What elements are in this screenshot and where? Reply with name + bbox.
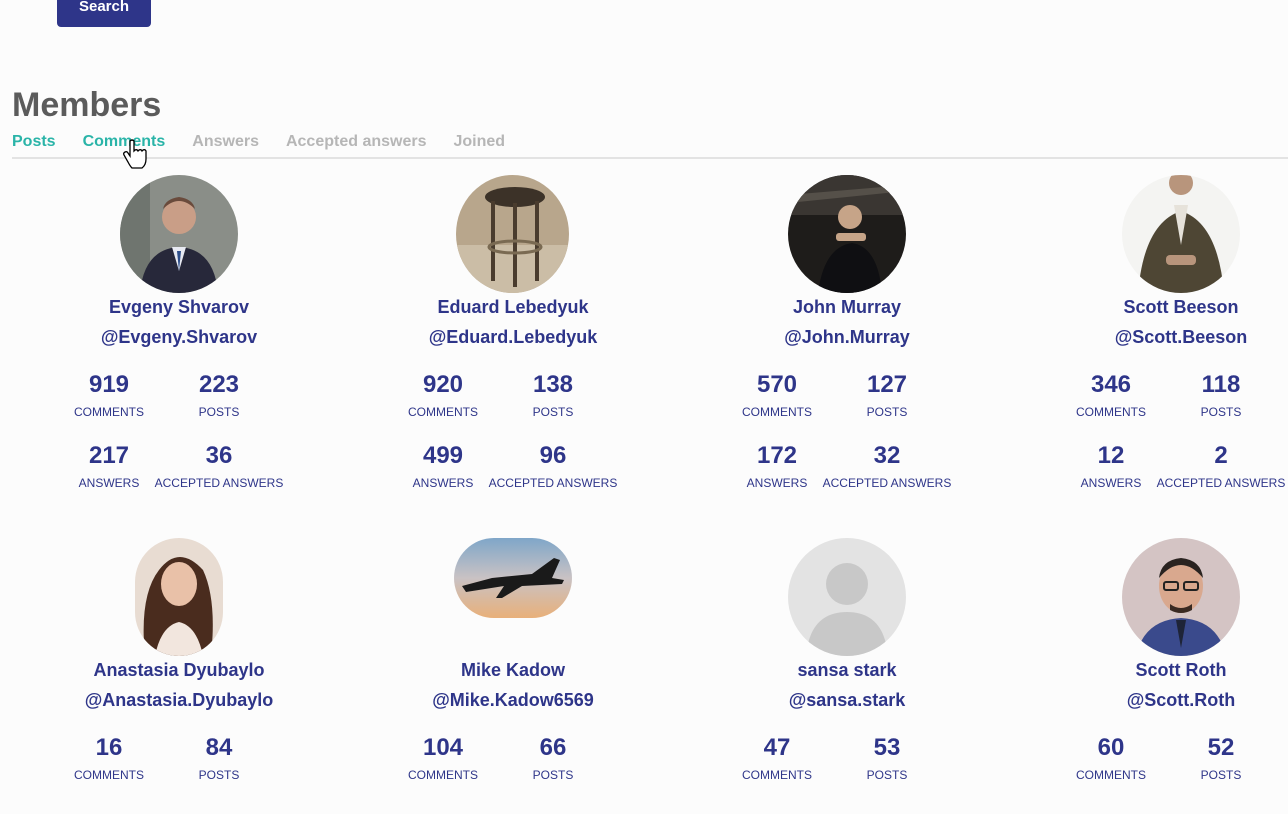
member-name[interactable]: John Murray	[697, 297, 997, 318]
member-handle[interactable]: @sansa.stark	[697, 690, 997, 711]
member-name[interactable]: Evgeny Shvarov	[29, 297, 329, 318]
member-name[interactable]: Scott Roth	[1031, 660, 1288, 681]
member-handle[interactable]: @Mike.Kadow6569	[363, 690, 663, 711]
avatar[interactable]	[788, 175, 906, 293]
tab-answers[interactable]: Answers	[192, 133, 259, 151]
member-handle[interactable]: @Evgeny.Shvarov	[29, 327, 329, 348]
posts-stat: 127 POSTS	[866, 371, 908, 419]
member-handle[interactable]: @Anastasia.Dyubaylo	[29, 690, 329, 711]
tab-posts[interactable]: Posts	[12, 133, 56, 151]
member-name[interactable]: Anastasia Dyubaylo	[29, 660, 329, 681]
posts-stat: 118 POSTS	[1200, 371, 1242, 419]
tab-accepted-answers[interactable]: Accepted answers	[286, 133, 427, 151]
page-title: Members	[12, 86, 162, 124]
search-button[interactable]: Search	[57, 0, 151, 27]
posts-stat: 66 POSTS	[532, 734, 574, 782]
posts-stat: 53 POSTS	[866, 734, 908, 782]
member-handle[interactable]: @Scott.Roth	[1031, 690, 1288, 711]
posts-stat: 223 POSTS	[198, 371, 240, 419]
member-handle[interactable]: @John.Murray	[697, 327, 997, 348]
accepted-answers-stat: 32 ACCEPTED ANSWERS	[822, 442, 952, 490]
posts-stat: 138 POSTS	[532, 371, 574, 419]
accepted-answers-stat: 2 ACCEPTED ANSWERS	[1156, 442, 1286, 490]
avatar[interactable]	[1122, 175, 1240, 293]
tabs-divider	[12, 157, 1288, 159]
member-handle[interactable]: @Eduard.Lebedyuk	[363, 327, 663, 348]
avatar[interactable]	[135, 538, 223, 656]
tab-joined[interactable]: Joined	[453, 133, 505, 151]
avatar[interactable]	[456, 175, 569, 293]
avatar[interactable]	[1122, 538, 1240, 656]
member-name[interactable]: sansa stark	[697, 660, 997, 681]
member-name[interactable]: Eduard Lebedyuk	[363, 297, 663, 318]
avatar[interactable]	[788, 538, 906, 656]
posts-stat: 84 POSTS	[198, 734, 240, 782]
avatar[interactable]	[120, 175, 238, 293]
avatar[interactable]	[454, 538, 572, 618]
hand-cursor-icon	[123, 139, 147, 169]
sort-tabs: Posts Comments Answers Accepted answers …	[12, 133, 532, 151]
posts-stat: 52 POSTS	[1200, 734, 1242, 782]
member-handle[interactable]: @Scott.Beeson	[1031, 327, 1288, 348]
accepted-answers-stat: 36 ACCEPTED ANSWERS	[154, 442, 284, 490]
accepted-answers-stat: 96 ACCEPTED ANSWERS	[488, 442, 618, 490]
member-name[interactable]: Scott Beeson	[1031, 297, 1288, 318]
member-name[interactable]: Mike Kadow	[363, 660, 663, 681]
